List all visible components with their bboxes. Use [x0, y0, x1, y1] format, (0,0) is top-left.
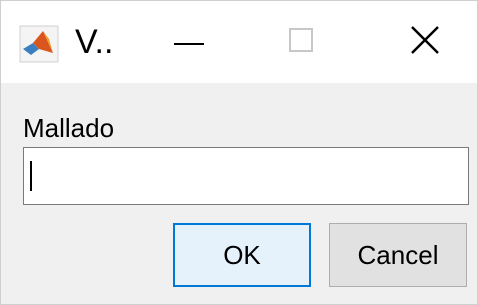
dialog-window: V.. Mallado OK Cancel [0, 0, 478, 305]
mallado-label: Mallado [23, 113, 115, 143]
text-caret [30, 161, 32, 191]
close-button[interactable] [377, 1, 473, 83]
matlab-icon [19, 25, 59, 63]
close-icon [410, 25, 440, 60]
title-bar[interactable]: V.. [1, 1, 477, 83]
maximize-button[interactable] [253, 1, 349, 83]
mallado-input[interactable] [23, 147, 469, 205]
minimize-button[interactable] [141, 1, 237, 83]
minimize-icon [174, 33, 204, 51]
ok-button[interactable]: OK [173, 223, 311, 287]
maximize-icon [289, 27, 313, 57]
window-title: V.. [75, 23, 114, 61]
cancel-button[interactable]: Cancel [329, 223, 467, 287]
